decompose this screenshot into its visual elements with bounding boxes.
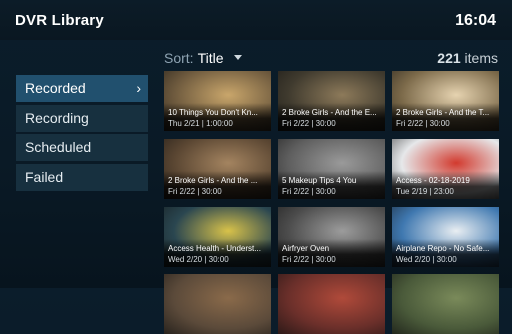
tile-meta: Tue 2/19 | 23:00 (396, 187, 454, 196)
tile-meta: Thu 2/21 | 1:00:00 (168, 119, 233, 128)
sidebar: Recorded › Recording Scheduled Failed (16, 75, 148, 193)
sidebar-item-failed[interactable]: Failed (16, 163, 148, 191)
recording-tile[interactable]: Airplane Repo - No Safe... Wed 2/20 | 30:… (392, 207, 499, 267)
tile-meta: Wed 2/20 | 30:00 (168, 255, 229, 264)
thumbnail-image (278, 274, 385, 334)
sidebar-item-label: Scheduled (25, 139, 92, 155)
tile-title: 2 Broke Girls - And the T... (396, 108, 490, 117)
sort-label: Sort: (164, 50, 194, 66)
tile-title: Access - 02-18-2019 (396, 176, 470, 185)
tile-title: Airfryer Oven (282, 244, 330, 253)
sidebar-item-label: Recording (25, 109, 89, 126)
recording-tile[interactable]: Access Health - Underst... Wed 2/20 | 30:… (164, 207, 271, 267)
chevron-down-icon (233, 54, 242, 60)
sidebar-item-recording[interactable]: Recording (16, 104, 148, 132)
thumbnail-image (392, 274, 499, 334)
tile-title: Access Health - Underst... (168, 244, 261, 253)
tile-meta: Fri 2/22 | 30:00 (282, 119, 336, 128)
sidebar-item-recorded[interactable]: Recorded › (16, 75, 148, 102)
sort-value: Title (197, 50, 224, 66)
top-bar: DVR Library 16:04 (0, 0, 512, 40)
tile-title: 2 Broke Girls - And the E... (282, 108, 377, 117)
tile-title: 2 Broke Girls - And the ... (168, 176, 258, 185)
recording-tile[interactable]: Access - 02-18-2019 Tue 2/19 | 23:00 (392, 139, 499, 199)
sort-dropdown[interactable]: Sort: Title (164, 50, 242, 66)
item-count-label: items (464, 50, 498, 66)
tile-title: 5 Makeup Tips 4 You (282, 176, 357, 185)
recording-tile[interactable]: 5 Makeup Tips 4 You Fri 2/22 | 30:00 (278, 139, 385, 199)
tile-title: 10 Things You Don't Kn... (168, 108, 258, 117)
thumbnail-image (164, 274, 271, 334)
clock: 16:04 (455, 12, 496, 29)
tile-meta: Fri 2/22 | 30:00 (396, 119, 450, 128)
tile-meta: Fri 2/22 | 30:00 (282, 255, 336, 264)
chevron-right-icon: › (136, 80, 141, 96)
sidebar-item-label: Failed (25, 168, 64, 185)
recording-tile[interactable] (164, 274, 271, 334)
item-count: 221 items (437, 50, 498, 66)
sidebar-item-label: Recorded (25, 80, 86, 96)
page-title: DVR Library (15, 12, 104, 29)
recording-tile[interactable]: Airfryer Oven Fri 2/22 | 30:00 (278, 207, 385, 267)
tile-title: Airplane Repo - No Safe... (396, 244, 490, 253)
recording-tile[interactable]: 2 Broke Girls - And the E... Fri 2/22 | 3… (278, 71, 385, 131)
sidebar-item-scheduled[interactable]: Scheduled (16, 134, 148, 161)
recording-tile[interactable]: 10 Things You Don't Kn... Thu 2/21 | 1:00… (164, 71, 271, 131)
item-count-number: 221 (437, 50, 461, 66)
tile-meta: Wed 2/20 | 30:00 (396, 255, 457, 264)
recording-tile[interactable] (278, 274, 385, 334)
tile-meta: Fri 2/22 | 30:00 (282, 187, 336, 196)
recording-tile[interactable] (392, 274, 499, 334)
recording-tile[interactable]: 2 Broke Girls - And the ... Fri 2/22 | 30… (164, 139, 271, 199)
tile-meta: Fri 2/22 | 30:00 (168, 187, 222, 196)
recording-tile[interactable]: 2 Broke Girls - And the T... Fri 2/22 | 3… (392, 71, 499, 131)
